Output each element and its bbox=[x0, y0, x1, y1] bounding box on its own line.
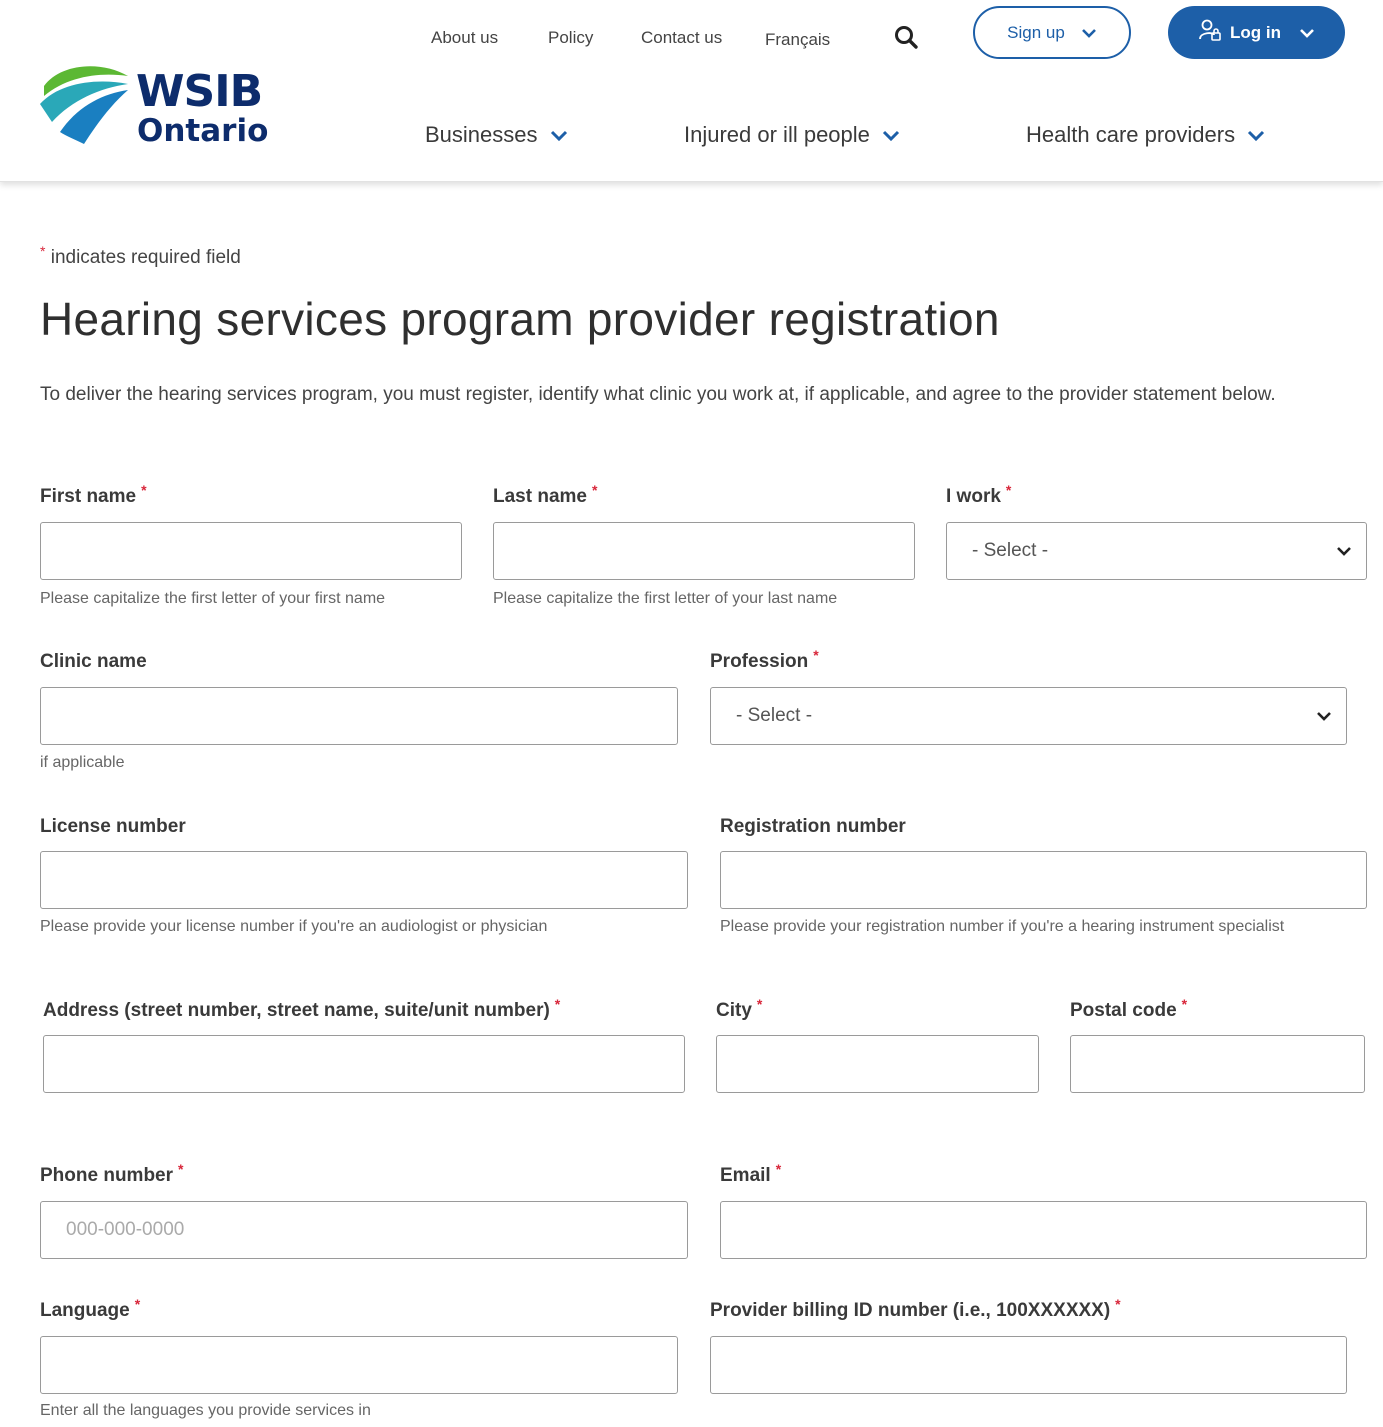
last-name-help: Please capitalize the first letter of yo… bbox=[493, 590, 838, 607]
wsib-logo[interactable]: WSIB Ontario bbox=[38, 62, 278, 152]
city-label: City * bbox=[716, 996, 762, 1022]
log-in-label: Log in bbox=[1230, 22, 1281, 42]
clinic-name-label-text: Clinic name bbox=[40, 651, 147, 672]
license-number-help: Please provide your license number if yo… bbox=[40, 918, 548, 935]
required-field-note: * indicates required field bbox=[40, 243, 241, 269]
i-work-selected: - Select - bbox=[972, 540, 1049, 561]
billing-id-label: Provider billing ID number (i.e., 100XXX… bbox=[710, 1296, 1121, 1322]
address-label: Address (street number, street name, sui… bbox=[43, 996, 560, 1022]
page-title: Hearing services program provider regist… bbox=[40, 293, 1000, 345]
profession-label: Profession * bbox=[710, 647, 819, 673]
last-name-label: Last name * bbox=[493, 482, 597, 508]
intro-text: To deliver the hearing services program,… bbox=[40, 384, 1276, 405]
required-star: * bbox=[40, 243, 46, 259]
chevron-down-icon bbox=[1336, 540, 1352, 562]
first-name-label-text: First name bbox=[40, 486, 137, 507]
required-star: * bbox=[813, 647, 819, 663]
wsib-swoosh-icon bbox=[40, 66, 128, 144]
first-name-input[interactable] bbox=[40, 522, 462, 580]
required-star: * bbox=[591, 482, 598, 498]
nav-contact-us[interactable]: Contact us bbox=[641, 28, 722, 48]
phone-number-label: Phone number * bbox=[40, 1161, 183, 1187]
nav-injured-or-ill-people[interactable]: Injured or ill people bbox=[684, 121, 900, 149]
billing-id-label-text: Provider billing ID number (i.e., 100XXX… bbox=[710, 1300, 1111, 1321]
language-label: Language * bbox=[40, 1296, 140, 1322]
required-star: * bbox=[1005, 482, 1012, 498]
phone-number-label-text: Phone number bbox=[40, 1165, 174, 1186]
chevron-down-icon bbox=[1247, 121, 1265, 149]
postal-code-label-text: Postal code bbox=[1070, 1000, 1177, 1021]
logo-wordmark-wsib: WSIB bbox=[136, 66, 263, 117]
required-star: * bbox=[756, 996, 763, 1012]
first-name-label: First name * bbox=[40, 482, 147, 508]
last-name-input[interactable] bbox=[493, 522, 915, 580]
registration-number-help: Please provide your registration number … bbox=[720, 918, 1285, 935]
required-star: * bbox=[1115, 1296, 1121, 1312]
clinic-name-help: if applicable bbox=[40, 754, 125, 771]
i-work-label: I work * bbox=[946, 482, 1011, 508]
required-star: * bbox=[141, 482, 147, 498]
address-label-text: Address (street number, street name, sui… bbox=[43, 1000, 550, 1021]
required-star: * bbox=[1181, 996, 1188, 1012]
chevron-down-icon bbox=[1299, 23, 1315, 43]
required-star: * bbox=[775, 1161, 782, 1177]
required-star: * bbox=[178, 1161, 184, 1177]
i-work-select[interactable]: - Select - bbox=[946, 522, 1367, 580]
billing-id-input[interactable] bbox=[710, 1336, 1347, 1394]
registration-number-input[interactable] bbox=[720, 851, 1367, 909]
chevron-down-icon bbox=[1081, 23, 1097, 43]
nav-about-us[interactable]: About us bbox=[431, 28, 498, 48]
postal-code-input[interactable] bbox=[1070, 1035, 1365, 1093]
search-icon[interactable] bbox=[893, 24, 921, 52]
profession-select[interactable]: - Select - bbox=[710, 687, 1347, 745]
logo-wordmark-ontario: Ontario bbox=[137, 113, 269, 149]
profession-selected: - Select - bbox=[736, 705, 813, 726]
site-header: WSIB Ontario About us Policy Contact us … bbox=[0, 0, 1383, 182]
sign-up-button[interactable]: Sign up bbox=[973, 6, 1131, 59]
registration-number-label-text: Registration number bbox=[720, 816, 906, 837]
profession-label-text: Profession bbox=[710, 651, 809, 672]
nav-injured-label: Injured or ill people bbox=[684, 122, 870, 147]
language-input[interactable] bbox=[40, 1336, 678, 1394]
required-star: * bbox=[134, 1296, 141, 1312]
license-number-label: License number bbox=[40, 816, 186, 838]
nav-health-care-providers[interactable]: Health care providers bbox=[1026, 121, 1265, 149]
language-label-text: Language bbox=[40, 1300, 130, 1321]
required-star: * bbox=[554, 996, 561, 1012]
clinic-name-input[interactable] bbox=[40, 687, 678, 745]
license-number-label-text: License number bbox=[40, 816, 186, 837]
chevron-down-icon bbox=[1316, 705, 1332, 727]
clinic-name-label: Clinic name bbox=[40, 651, 147, 673]
nav-businesses[interactable]: Businesses bbox=[425, 121, 568, 149]
nav-policy[interactable]: Policy bbox=[548, 28, 593, 48]
log-in-button[interactable]: Log in bbox=[1168, 6, 1345, 59]
phone-number-input[interactable] bbox=[40, 1201, 688, 1259]
last-name-label-text: Last name bbox=[493, 486, 587, 507]
user-lock-icon bbox=[1198, 18, 1222, 47]
nav-health-care-label: Health care providers bbox=[1026, 122, 1236, 147]
license-number-input[interactable] bbox=[40, 851, 688, 909]
registration-number-label: Registration number bbox=[720, 816, 906, 838]
first-name-help: Please capitalize the first letter of yo… bbox=[40, 590, 386, 607]
email-input[interactable] bbox=[720, 1201, 1367, 1259]
email-label: Email * bbox=[720, 1161, 781, 1187]
nav-francais[interactable]: Français bbox=[765, 30, 830, 50]
postal-code-label: Postal code * bbox=[1070, 996, 1187, 1022]
required-note-text: indicates required field bbox=[50, 247, 241, 268]
sign-up-label: Sign up bbox=[1007, 22, 1065, 42]
i-work-label-text: I work bbox=[946, 486, 1001, 507]
email-label-text: Email bbox=[720, 1165, 771, 1186]
city-label-text: City bbox=[716, 1000, 752, 1021]
nav-businesses-label: Businesses bbox=[425, 122, 538, 147]
language-help: Enter all the languages you provide serv… bbox=[40, 1402, 371, 1419]
chevron-down-icon bbox=[550, 121, 568, 149]
city-input[interactable] bbox=[716, 1035, 1039, 1093]
address-input[interactable] bbox=[43, 1035, 685, 1093]
chevron-down-icon bbox=[882, 121, 900, 149]
